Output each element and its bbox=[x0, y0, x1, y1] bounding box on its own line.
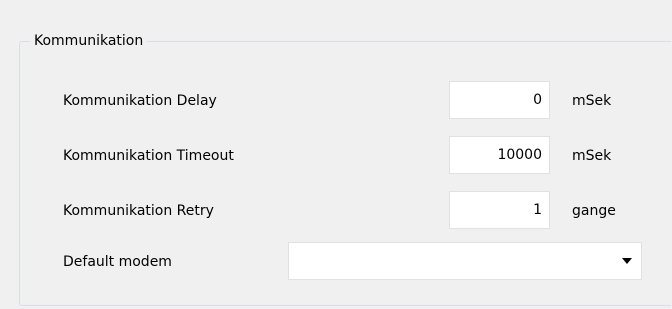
settings-panel: Kommunikation Kommunikation Delay 0 mSek… bbox=[0, 0, 672, 309]
retry-unit: gange bbox=[572, 203, 616, 219]
chevron-down-icon[interactable] bbox=[622, 258, 632, 264]
modem-select[interactable] bbox=[288, 242, 642, 280]
retry-input[interactable]: 1 bbox=[449, 191, 550, 229]
delay-unit: mSek bbox=[572, 93, 612, 109]
delay-label: Kommunikation Delay bbox=[63, 93, 217, 109]
groupbox-title: Kommunikation bbox=[30, 31, 148, 51]
retry-label: Kommunikation Retry bbox=[63, 203, 214, 219]
modem-label: Default modem bbox=[63, 254, 172, 270]
timeout-label: Kommunikation Timeout bbox=[63, 148, 234, 164]
timeout-unit: mSek bbox=[572, 148, 612, 164]
delay-input[interactable]: 0 bbox=[449, 81, 550, 119]
timeout-input[interactable]: 10000 bbox=[449, 136, 550, 174]
